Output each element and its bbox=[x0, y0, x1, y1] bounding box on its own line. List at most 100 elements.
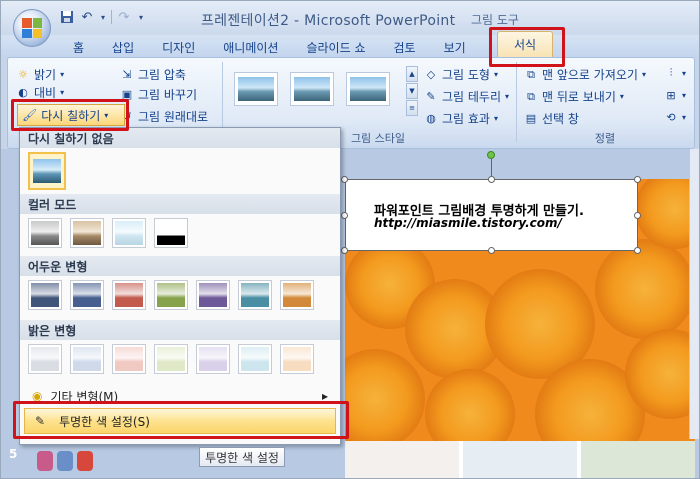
office-button[interactable] bbox=[13, 9, 51, 47]
gallery-more-icon[interactable]: ≡ bbox=[406, 100, 418, 116]
chevron-down-icon: ▾ bbox=[505, 92, 510, 101]
brightness-button[interactable]: ☼ 밝기 ▾ bbox=[16, 66, 64, 83]
compress-pictures-button[interactable]: ⇲ 그림 압축 bbox=[120, 66, 186, 83]
picture-style-2[interactable] bbox=[290, 72, 334, 106]
reset-picture-button[interactable]: ↺ 그림 원래대로 bbox=[120, 108, 208, 125]
group-separator bbox=[516, 62, 517, 142]
tab-animations[interactable]: 애니메이션 bbox=[209, 37, 292, 57]
qat-customize-icon[interactable]: ▾ bbox=[136, 9, 146, 25]
redo-icon[interactable]: ↷ bbox=[116, 9, 132, 25]
set-transparent-color-item[interactable]: ✎ 투명한 색 설정(S) bbox=[24, 408, 336, 434]
vertical-scrollbar[interactable] bbox=[689, 149, 699, 439]
swatch-preview bbox=[31, 221, 59, 245]
dark-variations-heading: 어두운 변형 bbox=[20, 256, 340, 276]
shape-icon: ◇ bbox=[426, 68, 436, 81]
undo-icon[interactable]: ↶ bbox=[79, 9, 95, 25]
dark-swatch-2[interactable] bbox=[70, 280, 104, 310]
selection-pane-label: 선택 창 bbox=[542, 112, 579, 126]
gallery-up-icon[interactable]: ▲ bbox=[406, 66, 418, 82]
window-title: 프레젠테이션2 - Microsoft PowerPoint bbox=[201, 13, 456, 29]
dark-swatch-3[interactable] bbox=[112, 280, 146, 310]
align-icon: ⫶ bbox=[669, 66, 673, 79]
thumbnail[interactable] bbox=[345, 441, 459, 478]
dark-swatch-1[interactable] bbox=[28, 280, 62, 310]
chevron-down-icon: ▾ bbox=[104, 110, 109, 120]
tab-insert[interactable]: 삽입 bbox=[98, 37, 148, 57]
align-button[interactable]: ⫶ ▾ bbox=[664, 66, 686, 80]
contrast-button[interactable]: ◐ 대비 ▾ bbox=[16, 84, 64, 101]
reset-picture-label: 그림 원래대로 bbox=[138, 110, 209, 124]
light-swatch-4[interactable] bbox=[154, 344, 188, 374]
picture-shape-button[interactable]: ◇ 그림 도형 ▾ bbox=[424, 66, 498, 83]
thumbnail[interactable] bbox=[57, 451, 73, 471]
selection-pane-button[interactable]: ▤ 선택 창 bbox=[524, 110, 579, 127]
black-white-swatch[interactable] bbox=[154, 218, 188, 248]
dark-swatch-7[interactable] bbox=[280, 280, 314, 310]
grayscale-swatch[interactable] bbox=[28, 218, 62, 248]
tab-slideshow[interactable]: 슬라이드 쇼 bbox=[292, 37, 379, 57]
picture-border-button[interactable]: ✎ 그림 테두리 ▾ bbox=[424, 88, 509, 105]
resize-handle[interactable] bbox=[341, 212, 348, 219]
chevron-right-icon: ▸ bbox=[321, 389, 328, 403]
swatch-preview bbox=[199, 347, 227, 371]
save-icon[interactable] bbox=[59, 9, 75, 25]
thumbnail[interactable] bbox=[581, 441, 695, 478]
dark-swatch-5[interactable] bbox=[196, 280, 230, 310]
thumbnail[interactable] bbox=[463, 441, 577, 478]
no-recolor-swatch[interactable] bbox=[28, 152, 66, 190]
rotate-button[interactable]: ⟲ ▾ bbox=[664, 110, 686, 124]
send-to-back-button[interactable]: ⧉ 맨 뒤로 보내기 ▾ bbox=[524, 88, 624, 105]
resize-handle[interactable] bbox=[488, 247, 495, 254]
change-picture-button[interactable]: ▣ 그림 바꾸기 bbox=[120, 86, 197, 103]
thumbnail[interactable] bbox=[37, 451, 53, 471]
tab-home[interactable]: 홈 bbox=[59, 37, 98, 57]
group-icon: ⊞ bbox=[666, 88, 676, 102]
gallery-down-icon[interactable]: ▼ bbox=[406, 83, 418, 99]
bring-front-icon: ⧉ bbox=[527, 67, 535, 81]
thumbnail[interactable] bbox=[77, 451, 93, 471]
selection-pane-icon: ▤ bbox=[525, 112, 537, 125]
resize-handle[interactable] bbox=[634, 176, 641, 183]
rotation-handle[interactable] bbox=[487, 151, 495, 159]
picture-style-3[interactable] bbox=[346, 72, 390, 106]
tab-view[interactable]: 보기 bbox=[430, 37, 480, 57]
compress-icon: ⇲ bbox=[122, 68, 132, 81]
resize-handle[interactable] bbox=[488, 176, 495, 183]
tab-design[interactable]: 디자인 bbox=[148, 37, 209, 57]
light-swatch-7[interactable] bbox=[280, 344, 314, 374]
light-swatch-5[interactable] bbox=[196, 344, 230, 374]
picture-style-1[interactable] bbox=[234, 72, 278, 106]
color-modes-heading: 컬러 모드 bbox=[20, 194, 340, 214]
title-bar: ↶ ▾ ↷ ▾ 프레젠테이션2 - Microsoft PowerPoint 그… bbox=[1, 1, 699, 35]
light-swatch-1[interactable] bbox=[28, 344, 62, 374]
dark-swatch-4[interactable] bbox=[154, 280, 188, 310]
tab-format[interactable]: 서식 bbox=[497, 31, 553, 57]
recolor-label: 다시 칠하기 bbox=[41, 108, 101, 123]
bring-to-front-button[interactable]: ⧉ 맨 앞으로 가져오기 ▾ bbox=[524, 66, 646, 83]
resize-handle[interactable] bbox=[341, 247, 348, 254]
send-back-icon: ⧉ bbox=[527, 89, 535, 103]
swatch-preview bbox=[33, 159, 61, 183]
light-swatch-3[interactable] bbox=[112, 344, 146, 374]
undo-dropdown-icon[interactable]: ▾ bbox=[99, 9, 107, 25]
slide-textbox[interactable]: 파워포인트 그림배경 투명하게 만들기. http://miasmile.tis… bbox=[345, 179, 638, 251]
light-swatch-2[interactable] bbox=[70, 344, 104, 374]
light-swatch-6[interactable] bbox=[238, 344, 272, 374]
washout-swatch[interactable] bbox=[112, 218, 146, 248]
chevron-down-icon: ▾ bbox=[60, 70, 65, 79]
resize-handle[interactable] bbox=[634, 247, 641, 254]
tab-review[interactable]: 검토 bbox=[379, 37, 429, 57]
more-variations-item[interactable]: ◉ 기타 변형(M) ▸ bbox=[24, 386, 336, 406]
brightness-icon: ☼ bbox=[18, 68, 28, 81]
set-transparent-label: 투명한 색 설정(S) bbox=[59, 414, 150, 429]
resize-handle[interactable] bbox=[634, 212, 641, 219]
group-button[interactable]: ⊞ ▾ bbox=[664, 88, 686, 102]
dark-swatch-6[interactable] bbox=[238, 280, 272, 310]
flower-shape bbox=[425, 369, 515, 441]
picture-effects-button[interactable]: ◍ 그림 효과 ▾ bbox=[424, 110, 498, 127]
change-picture-label: 그림 바꾸기 bbox=[138, 88, 198, 102]
resize-handle[interactable] bbox=[341, 176, 348, 183]
sepia-swatch[interactable] bbox=[70, 218, 104, 248]
recolor-button[interactable]: 🖌 다시 칠하기 ▾ bbox=[17, 104, 125, 126]
change-picture-icon: ▣ bbox=[121, 88, 133, 101]
